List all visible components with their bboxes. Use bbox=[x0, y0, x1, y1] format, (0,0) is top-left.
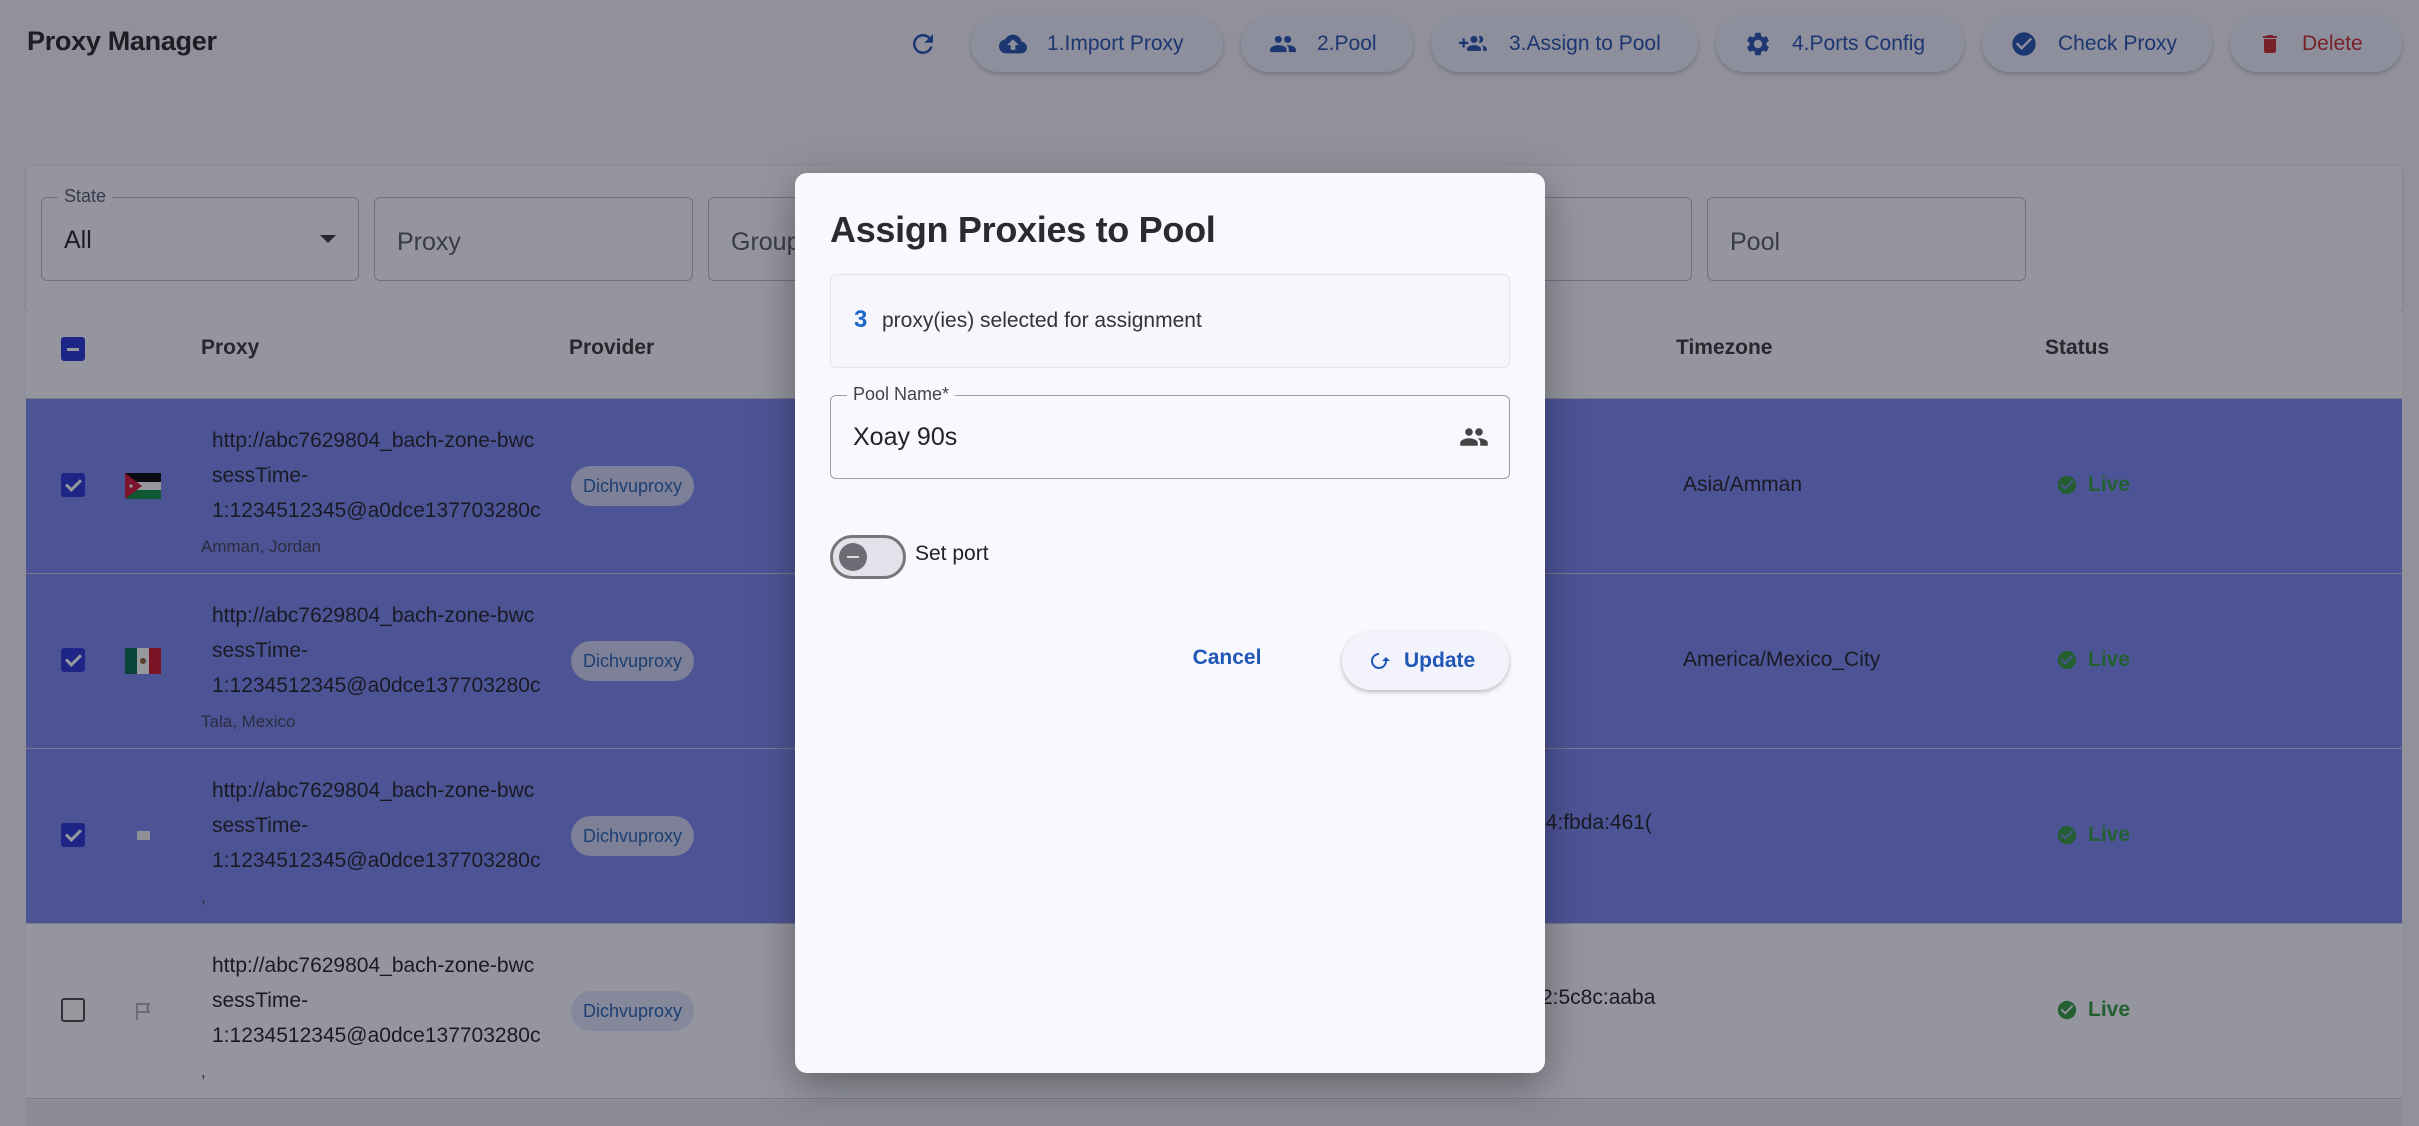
dialog-title: Assign Proxies to Pool bbox=[830, 209, 1216, 250]
pool-name-value: Xoay 90s bbox=[853, 423, 958, 451]
pool-name-label: Pool Name* bbox=[847, 384, 956, 405]
refresh-icon bbox=[1371, 653, 1390, 669]
pool-name-field[interactable]: Pool Name* Xoay 90s bbox=[830, 384, 1510, 479]
set-port-toggle[interactable] bbox=[830, 535, 906, 579]
selected-text: proxy(ies) selected for assignment bbox=[882, 309, 1202, 332]
selection-summary: 3 proxy(ies) selected for assignment bbox=[830, 274, 1510, 368]
app-root: Proxy Manager 1.Import Proxy 2.Pool 3.As… bbox=[0, 0, 2419, 1126]
cancel-button[interactable]: Cancel bbox=[1182, 633, 1272, 683]
selected-count: 3 bbox=[854, 306, 868, 333]
update-label: Update bbox=[1404, 649, 1476, 672]
assign-pool-dialog: Assign Proxies to Pool 3 proxy(ies) sele… bbox=[795, 173, 1545, 1073]
update-button[interactable]: Update bbox=[1342, 632, 1509, 690]
toggle-knob bbox=[839, 543, 867, 571]
group-icon bbox=[1460, 428, 1488, 446]
set-port-label: Set port bbox=[915, 542, 989, 565]
